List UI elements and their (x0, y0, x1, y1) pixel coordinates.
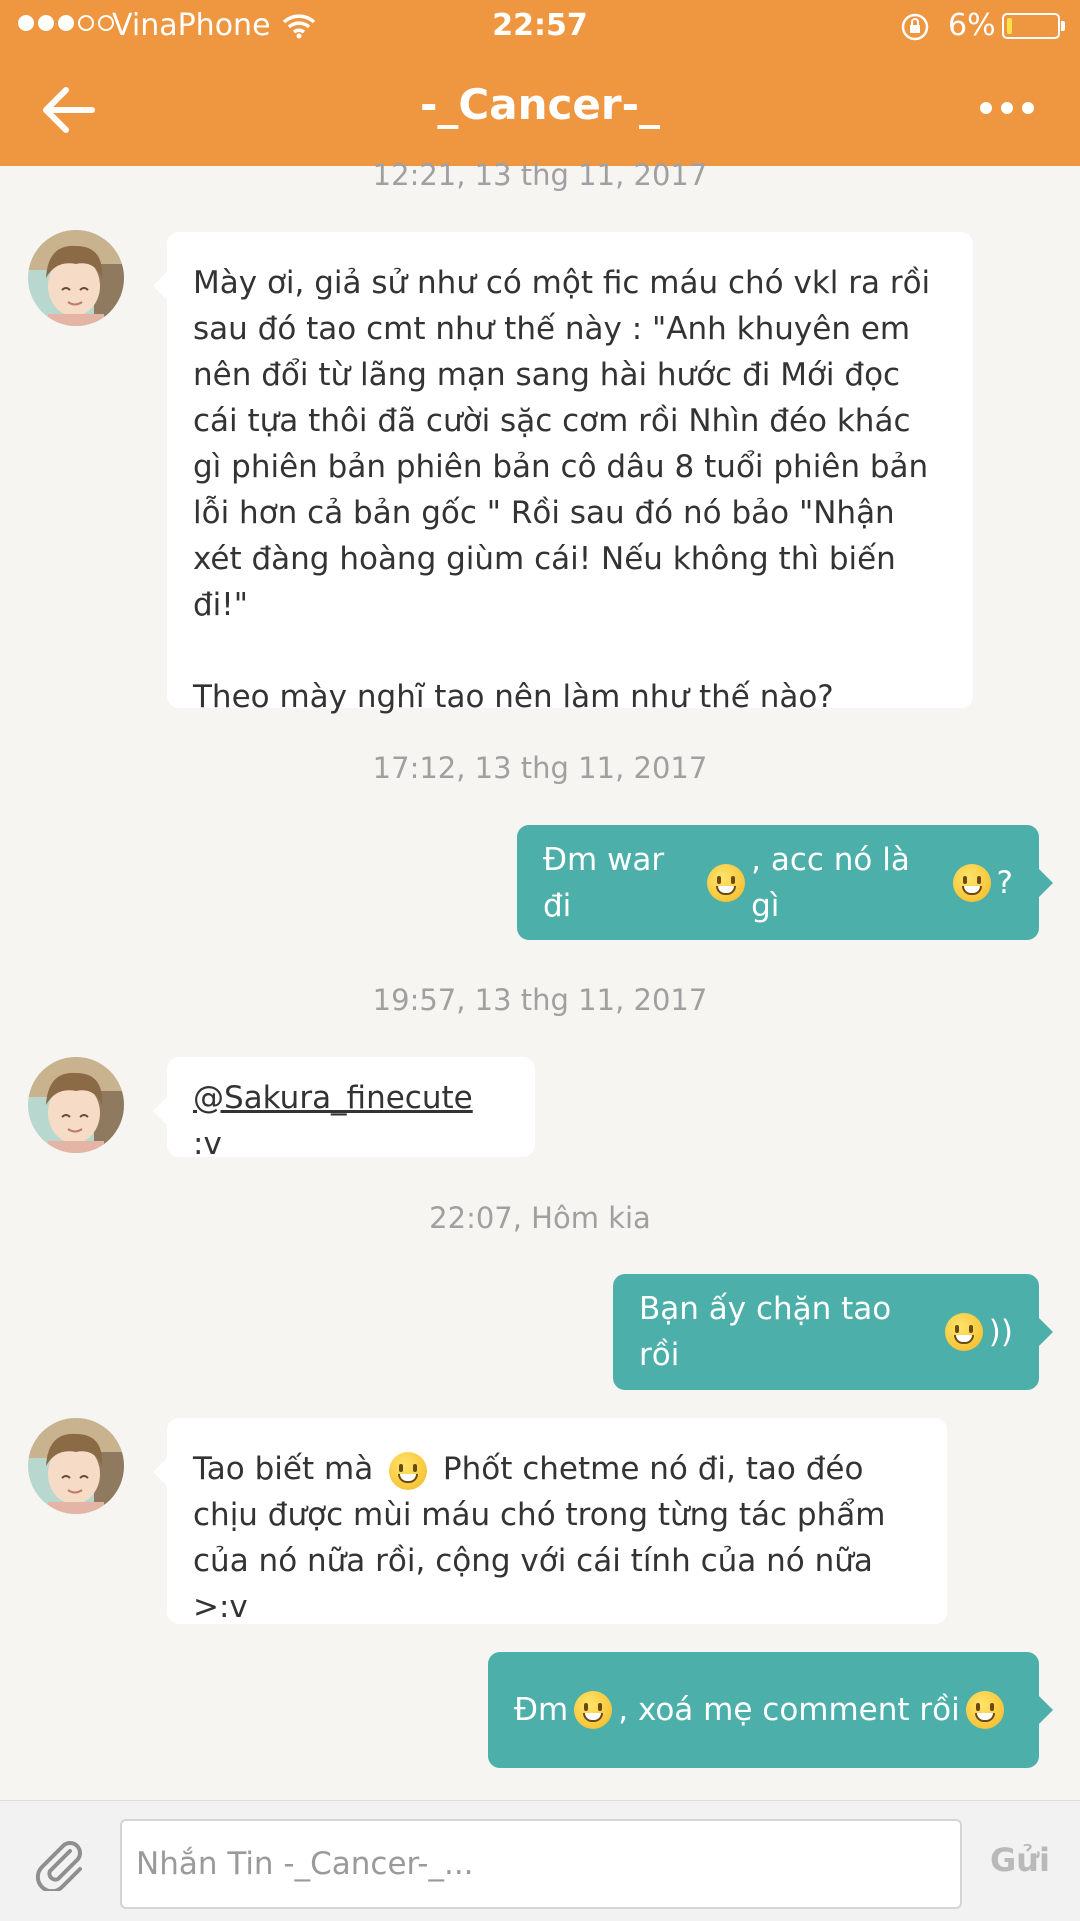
grinning-face-icon (945, 1313, 983, 1351)
avatar-image (28, 230, 124, 326)
message-bubble-outgoing[interactable]: Đm war đi , acc nó là gì ? (517, 825, 1053, 940)
avatar[interactable] (28, 1057, 124, 1153)
message-bubble-outgoing[interactable]: Đm , xoá mẹ comment rồi (488, 1652, 1053, 1768)
message-timestamp: 17:12, 13 thg 11, 2017 (372, 751, 708, 785)
grinning-face-icon (707, 863, 746, 902)
battery-level (1007, 18, 1012, 34)
top-bar: VinaPhone 22:57 6% -_Cancer-_ (0, 0, 1080, 166)
message-text: :v (193, 1126, 222, 1162)
grinning-face-icon (389, 1451, 428, 1490)
battery-icon (1002, 13, 1065, 39)
chat-title: -_Cancer-_ (419, 80, 661, 129)
message-text: )) (988, 1314, 1013, 1350)
more-dot (1022, 102, 1034, 114)
grinning-face-icon (952, 863, 991, 902)
message-text: Tao biết mà (193, 1451, 374, 1487)
battery-tip (1061, 21, 1065, 31)
message-text: , xoá mẹ comment rồi (618, 1692, 960, 1728)
message-text: ? (996, 864, 1013, 901)
message-text: Đm war đi (543, 841, 665, 924)
more-horizontal-icon[interactable] (980, 102, 1034, 114)
more-dot (980, 102, 992, 114)
message-text: Theo mày nghĩ tao nên làm như thế nào? (193, 679, 834, 715)
user-mention-link[interactable]: @Sakura_finecute (193, 1080, 473, 1116)
message-bubble-incoming[interactable]: @Sakura_finecute :v (153, 1057, 535, 1162)
grinning-face-icon (965, 1691, 1004, 1729)
avatar-image (28, 1057, 124, 1153)
message-text: Mày ơi, giả sử như có một fic máu chó vk… (193, 265, 931, 623)
avatar[interactable] (28, 1418, 124, 1514)
message-text: , acc nó là gì (751, 841, 910, 924)
navigation-bar: -_Cancer-_ (0, 54, 1080, 166)
avatar[interactable] (28, 230, 124, 326)
paperclip-icon[interactable] (30, 1833, 88, 1891)
send-button[interactable]: Gửi (978, 1841, 1062, 1879)
message-text: Đm (514, 1692, 569, 1728)
rotation-lock-icon (901, 13, 929, 41)
message-composer: Gửi (0, 1800, 1080, 1921)
grinning-face-icon (574, 1691, 613, 1729)
message-timestamp: 12:21, 13 thg 11, 2017 (372, 158, 708, 192)
message-timestamp: 19:57, 13 thg 11, 2017 (372, 983, 708, 1017)
message-bubble-incoming[interactable]: Tao biết mà Phốt chetme nó đi, tao đéo c… (153, 1418, 947, 1625)
message-text: Bạn ấy chặn tao rồi (639, 1291, 892, 1373)
status-bar: VinaPhone 22:57 6% (0, 0, 1080, 54)
message-timestamp: 22:07, Hôm kia (429, 1201, 651, 1235)
more-dot (1001, 102, 1013, 114)
battery-percent: 6% (948, 8, 996, 43)
message-bubble-outgoing[interactable]: Bạn ấy chặn tao rồi )) (613, 1274, 1053, 1390)
avatar-image (28, 1418, 124, 1514)
message-bubble-incoming[interactable]: Mày ơi, giả sử như có một fic máu chó vk… (153, 232, 973, 715)
message-input[interactable] (120, 1819, 962, 1909)
